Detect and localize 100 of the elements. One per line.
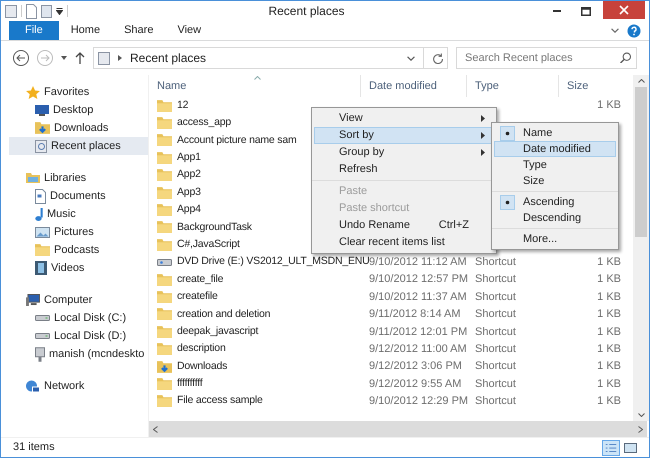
up-arrow-icon[interactable]: [75, 52, 85, 64]
ribbon-tab[interactable]: Home: [58, 21, 112, 40]
scroll-up-icon[interactable]: [638, 79, 644, 83]
file-name[interactable]: Downloads: [177, 358, 228, 374]
nav-item[interactable]: Downloads: [9, 119, 148, 137]
date-cell: 9/10/2012 12:57 PM: [369, 273, 468, 286]
file-name[interactable]: App3: [177, 184, 201, 201]
folder-download-icon: [35, 122, 50, 134]
menu-item[interactable]: Sort by: [314, 127, 494, 144]
column-header[interactable]: Name: [149, 75, 361, 97]
back-icon[interactable]: [13, 50, 29, 66]
chevron-down-icon[interactable]: [611, 28, 619, 33]
document-icon: [35, 188, 46, 204]
size-cell: 1 KB: [597, 308, 621, 320]
nav-group-item[interactable]: Libraries: [1, 169, 148, 187]
column-header[interactable]: Date modified: [361, 75, 467, 97]
nav-item[interactable]: Videos: [9, 259, 148, 277]
column-header[interactable]: Type: [467, 75, 559, 97]
nav-item[interactable]: Local Disk (D:): [9, 327, 148, 345]
folder-icon: [157, 290, 172, 303]
menu-item[interactable]: Size: [494, 173, 616, 189]
customize-caret-icon[interactable]: [56, 8, 63, 14]
date-cell: 9/12/2012 11:00 AM: [369, 342, 467, 355]
scroll-thumb[interactable]: [635, 87, 647, 237]
file-name[interactable]: App1: [177, 150, 201, 166]
file-name[interactable]: creation and deletion: [177, 306, 270, 322]
date-cell: 9/10/2012 12:29 PM: [369, 395, 468, 408]
thumbnail-view-icon[interactable]: [624, 442, 637, 452]
folder-icon: [157, 274, 172, 286]
menu-item[interactable]: Group by: [314, 144, 494, 161]
menu-item[interactable]: Refresh: [314, 161, 494, 178]
nav-group-item[interactable]: Favorites: [1, 83, 148, 101]
folder-icon: [35, 244, 50, 256]
size-cell: 1 KB: [597, 395, 621, 408]
film-icon: [35, 261, 47, 275]
menu-item[interactable]: Descending: [494, 210, 616, 226]
refresh-icon[interactable]: [432, 52, 443, 64]
nav-item[interactable]: Desktop: [9, 101, 148, 119]
file-name[interactable]: DVD Drive (E:) VS2012_ULT_MSDN_ENU: [177, 254, 370, 270]
help-icon[interactable]: [627, 24, 641, 38]
menu-item[interactable]: Ascending: [494, 194, 616, 210]
star-icon: [26, 86, 40, 98]
file-name[interactable]: Account picture name sam: [177, 132, 297, 148]
file-name[interactable]: App2: [177, 167, 201, 184]
file-name[interactable]: create_file: [177, 272, 224, 288]
file-tab[interactable]: File: [9, 21, 59, 40]
nav-group-item[interactable]: Computer: [1, 291, 148, 309]
vertical-scrollbar[interactable]: [633, 75, 649, 421]
menu-item[interactable]: More...: [494, 231, 616, 247]
search-field[interactable]: Search Recent places: [456, 47, 637, 69]
date-cell: 9/12/2012 3:06 PM: [369, 360, 462, 372]
date-cell: 9/12/2012 9:55 AM: [369, 378, 462, 390]
menu-item[interactable]: Clear recent items list: [314, 234, 494, 251]
type-cell: Shortcut: [475, 360, 516, 372]
details-view-icon[interactable]: [602, 440, 620, 456]
file-name[interactable]: 12: [177, 98, 188, 114]
menu-item[interactable]: Date modified: [494, 141, 616, 157]
file-name[interactable]: ffffffffff: [177, 376, 202, 392]
file-name[interactable]: File access sample: [177, 393, 263, 410]
folder-icon: [157, 326, 172, 338]
caret-icon[interactable]: [61, 56, 67, 60]
nav-group-item[interactable]: Network: [1, 377, 148, 395]
size-cell: 1 KB: [597, 326, 621, 338]
menu-item[interactable]: Type: [494, 157, 616, 173]
chevron-down-icon[interactable]: [407, 56, 415, 60]
file-name[interactable]: deepak_javascript: [177, 324, 258, 340]
date-cell: 9/11/2012 12:01 PM: [369, 326, 468, 338]
scroll-down-icon[interactable]: [638, 413, 644, 417]
nav-item[interactable]: Podcasts: [9, 241, 148, 259]
file-name[interactable]: BackgroundTask: [177, 220, 252, 236]
nav-item[interactable]: manish (mcndeskto: [9, 345, 148, 363]
folder-icon: [157, 308, 172, 320]
menu-item[interactable]: Undo Rename Ctrl+Z: [314, 217, 494, 234]
file-name[interactable]: description: [177, 341, 226, 358]
scroll-right-icon[interactable]: [638, 426, 643, 432]
file-name[interactable]: access_app: [177, 115, 232, 131]
column-header[interactable]: Size: [559, 75, 619, 97]
file-name[interactable]: createfile: [177, 289, 218, 305]
horizontal-scrollbar[interactable]: [149, 421, 647, 437]
scroll-left-icon[interactable]: [153, 426, 158, 432]
address-field[interactable]: Recent places: [93, 47, 448, 69]
menu-item[interactable]: View: [314, 110, 494, 127]
file-name[interactable]: C#,JavaScript: [177, 236, 240, 253]
nav-item[interactable]: Recent places: [9, 137, 148, 155]
nav-item[interactable]: Pictures: [9, 223, 148, 241]
maximize-icon[interactable]: [581, 6, 591, 16]
nav-item[interactable]: Documents: [9, 187, 148, 205]
type-cell: Shortcut: [475, 256, 516, 268]
disk-drive-icon: [35, 315, 50, 321]
menu-item[interactable]: Name: [494, 125, 616, 141]
ribbon-tab[interactable]: Share: [112, 21, 166, 40]
file-name[interactable]: App4: [177, 202, 201, 218]
folder-icon: [157, 378, 172, 390]
nav-item[interactable]: Music: [9, 205, 148, 223]
size-cell: 1 KB: [597, 360, 621, 372]
nav-item[interactable]: Local Disk (C:): [9, 309, 148, 327]
ribbon-tab[interactable]: View: [165, 21, 214, 40]
close-button[interactable]: [603, 1, 645, 19]
folder-icon: [157, 100, 172, 112]
close-icon: [619, 5, 629, 15]
